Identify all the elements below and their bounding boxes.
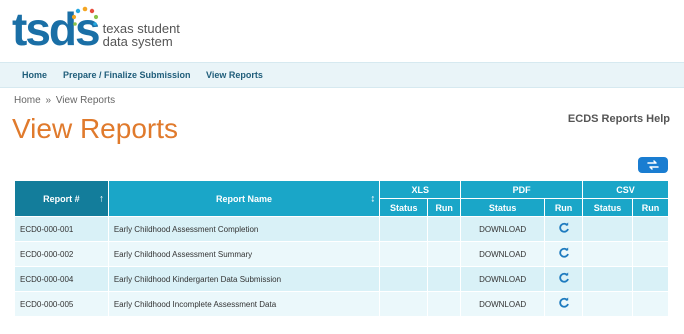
reports-table: Report # ↑ Report Name ↕ XLS PDF CSV Statu… [14, 180, 670, 317]
pdf-run-button[interactable] [544, 266, 584, 292]
csv-status-cell [582, 216, 633, 242]
report-id: ECD0-000-002 [14, 241, 109, 267]
xls-status-cell [379, 291, 429, 317]
col-header-pdf: PDF [460, 180, 584, 199]
col-header-csv: CSV [582, 180, 669, 199]
logo-wordmark: tsds [12, 3, 101, 55]
csv-run-cell [631, 266, 670, 292]
col-header-xls-status: Status [379, 198, 429, 217]
xls-run-cell [427, 216, 462, 242]
pdf-download-link[interactable]: DOWNLOAD [460, 266, 546, 292]
pdf-download-link[interactable]: DOWNLOAD [460, 291, 546, 317]
csv-run-cell [631, 216, 670, 242]
report-name: Early Childhood Kindergarten Data Submis… [107, 266, 381, 292]
xls-status-cell [379, 266, 429, 292]
table-row: ECD0-000-004 Early Childhood Kindergarte… [14, 266, 670, 292]
report-name: Early Childhood Assessment Completion [107, 216, 381, 242]
logo-dots-icon [71, 6, 99, 26]
report-name: Early Childhood Incomplete Assessment Da… [107, 291, 381, 317]
swap-icon [647, 160, 659, 170]
csv-status-cell [582, 241, 633, 267]
report-id: ECD0-000-005 [14, 291, 109, 317]
csv-status-cell [582, 266, 633, 292]
col-header-csv-run: Run [631, 198, 670, 217]
col-header-csv-status: Status [582, 198, 633, 217]
xls-run-cell [427, 241, 462, 267]
logo-tagline: texas student data system [102, 21, 180, 49]
csv-run-cell [631, 291, 670, 317]
page-title: View Reports [12, 113, 179, 144]
tsds-logo[interactable]: tsds texas student data system [12, 6, 180, 54]
col-header-xls-run: Run [427, 198, 462, 217]
report-name: Early Childhood Assessment Summary [107, 241, 381, 267]
pdf-run-button[interactable] [544, 291, 584, 317]
csv-status-cell [582, 291, 633, 317]
report-id: ECD0-000-001 [14, 216, 109, 242]
refresh-icon [558, 247, 569, 258]
sort-icon: ↕ [370, 193, 376, 204]
table-row: ECD0-000-002 Early Childhood Assessment … [14, 241, 670, 267]
nav-prepare-finalize[interactable]: Prepare / Finalize Submission [63, 63, 191, 87]
pdf-download-link[interactable]: DOWNLOAD [460, 241, 546, 267]
xls-status-cell [379, 241, 429, 267]
sort-icon: ↑ [98, 193, 104, 204]
pdf-download-link[interactable]: DOWNLOAD [460, 216, 546, 242]
xls-status-cell [379, 216, 429, 242]
nav-home[interactable]: Home [22, 63, 47, 87]
col-header-report-name[interactable]: Report Name ↕ [107, 180, 381, 217]
nav-view-reports[interactable]: View Reports [206, 63, 263, 87]
col-header-pdf-run: Run [544, 198, 584, 217]
xls-run-cell [427, 291, 462, 317]
csv-run-cell [631, 241, 670, 267]
breadcrumb-home[interactable]: Home [14, 95, 41, 106]
pdf-run-button[interactable] [544, 241, 584, 267]
refresh-icon [558, 222, 569, 233]
refresh-icon [558, 297, 569, 308]
report-id: ECD0-000-004 [14, 266, 109, 292]
col-header-xls: XLS [379, 180, 462, 199]
xls-run-cell [427, 266, 462, 292]
ecds-reports-help-link[interactable]: ECDS Reports Help [568, 113, 670, 125]
breadcrumb-separator: » [45, 95, 52, 106]
table-row: ECD0-000-005 Early Childhood Incomplete … [14, 291, 670, 317]
breadcrumb-current: View Reports [55, 95, 116, 106]
breadcrumb: Home » View Reports [14, 95, 115, 106]
swap-button[interactable] [638, 157, 668, 173]
refresh-icon [558, 272, 569, 283]
main-nav: Home Prepare / Finalize Submission View … [0, 62, 684, 88]
col-header-report-num[interactable]: Report # ↑ [14, 180, 109, 217]
col-header-pdf-status: Status [460, 198, 546, 217]
header: tsds texas student data system [0, 0, 684, 62]
table-row: ECD0-000-001 Early Childhood Assessment … [14, 216, 670, 242]
pdf-run-button[interactable] [544, 216, 584, 242]
